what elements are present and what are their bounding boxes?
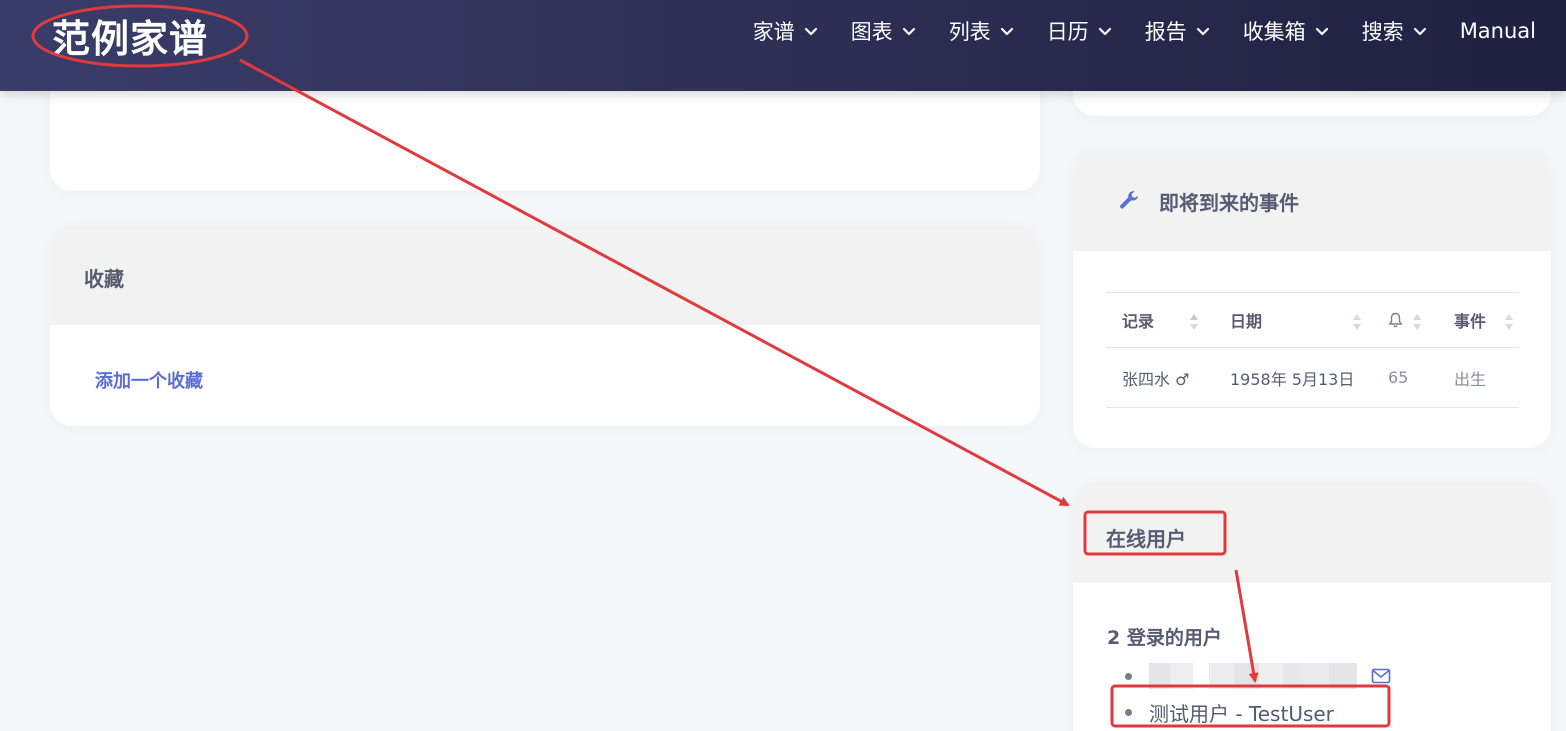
nav-item-manual[interactable]: Manual: [1460, 14, 1536, 48]
bullet: [1125, 708, 1132, 716]
bullet: [1125, 672, 1132, 680]
site-title[interactable]: 范例家谱: [52, 8, 208, 63]
events-table: 记录 日期 事件 张四水 ♂ 1958年 5月13日 65 出生: [1106, 292, 1519, 408]
chevron-down-icon: [902, 27, 915, 36]
sort-icon: [1353, 314, 1361, 330]
nav-label: 日历: [1046, 20, 1089, 44]
chevron-down-icon: [1413, 27, 1426, 36]
column-header-record[interactable]: 记录: [1106, 293, 1214, 348]
nav-label: Manual: [1459, 19, 1536, 43]
upcoming-events-card: 即将到来的事件 记录 日期 事件 张四水 ♂ 1958年 5月13日 65 出生: [1073, 149, 1551, 448]
bell-icon: [1388, 312, 1403, 327]
column-header-date[interactable]: 日期: [1214, 293, 1372, 348]
nav-label: 家谱: [752, 20, 795, 44]
upcoming-events-title: 即将到来的事件: [1159, 191, 1299, 215]
sort-icon: [1190, 314, 1198, 330]
online-users-title: 在线用户: [1106, 527, 1186, 551]
table-header-row: 记录 日期 事件: [1106, 292, 1519, 348]
chevron-down-icon: [1315, 27, 1328, 36]
page: 范例家谱 家谱 图表 列表 日历 报告 收集箱 搜索 Manual 收藏 添加一…: [0, 0, 1566, 731]
event-type: 出生: [1454, 369, 1487, 389]
nav-item-clippings[interactable]: 收集箱: [1243, 14, 1330, 48]
chevron-down-icon: [1196, 27, 1209, 36]
favorites-card-header: 收藏: [50, 225, 1040, 325]
column-label: 记录: [1122, 312, 1155, 331]
nav-item-calendar[interactable]: 日历: [1047, 14, 1113, 48]
column-header-event[interactable]: 事件: [1438, 293, 1519, 348]
nav-item-lists[interactable]: 列表: [949, 14, 1015, 48]
nav-item-charts[interactable]: 图表: [851, 14, 917, 48]
nav-item-reports[interactable]: 报告: [1145, 14, 1211, 48]
add-favorite-link[interactable]: 添加一个收藏: [95, 367, 203, 393]
column-label: 日期: [1230, 312, 1263, 331]
sort-icon: [1505, 314, 1513, 330]
online-users-card: 在线用户 2 登录的用户 测试用户 - TestUser: [1073, 482, 1551, 731]
record-link[interactable]: 张四水 ♂: [1106, 348, 1214, 408]
redacted-username[interactable]: [1149, 663, 1357, 689]
online-users-header: 在线用户: [1073, 482, 1551, 583]
upcoming-events-header: 即将到来的事件: [1073, 149, 1551, 251]
online-user-list: 测试用户 - TestUser: [1125, 658, 1391, 730]
event-years: 65: [1388, 368, 1409, 387]
chevron-down-icon: [1000, 27, 1013, 36]
nav-item-search[interactable]: 搜索: [1362, 14, 1428, 48]
event-date: 1958年 5月13日: [1230, 369, 1355, 389]
chevron-down-icon: [804, 27, 817, 36]
username[interactable]: 测试用户 - TestUser: [1149, 698, 1334, 727]
top-navbar: 范例家谱 家谱 图表 列表 日历 报告 收集箱 搜索 Manual: [0, 0, 1566, 91]
sort-icon: [1413, 314, 1421, 330]
nav-label: 图表: [850, 20, 893, 44]
nav-label: 报告: [1144, 20, 1187, 44]
nav-label: 列表: [948, 20, 991, 44]
nav-label: 收集箱: [1242, 20, 1306, 44]
logged-in-count: 2 登录的用户: [1107, 627, 1222, 649]
nav-item-tree[interactable]: 家谱: [753, 14, 819, 48]
chevron-down-icon: [1098, 27, 1111, 36]
favorites-title: 收藏: [84, 267, 124, 291]
table-row: 张四水 ♂ 1958年 5月13日 65 出生: [1106, 348, 1519, 408]
mail-icon[interactable]: [1371, 668, 1391, 684]
column-header-anniversary[interactable]: [1372, 293, 1438, 348]
list-item: 测试用户 - TestUser: [1125, 694, 1391, 730]
column-label: 事件: [1454, 312, 1487, 331]
main-nav: 家谱 图表 列表 日历 报告 收集箱 搜索 Manual: [721, 14, 1536, 48]
list-item: [1125, 658, 1391, 694]
wrench-icon: [1120, 191, 1139, 209]
nav-label: 搜索: [1361, 20, 1404, 44]
favorites-card: 收藏 添加一个收藏: [50, 225, 1040, 426]
